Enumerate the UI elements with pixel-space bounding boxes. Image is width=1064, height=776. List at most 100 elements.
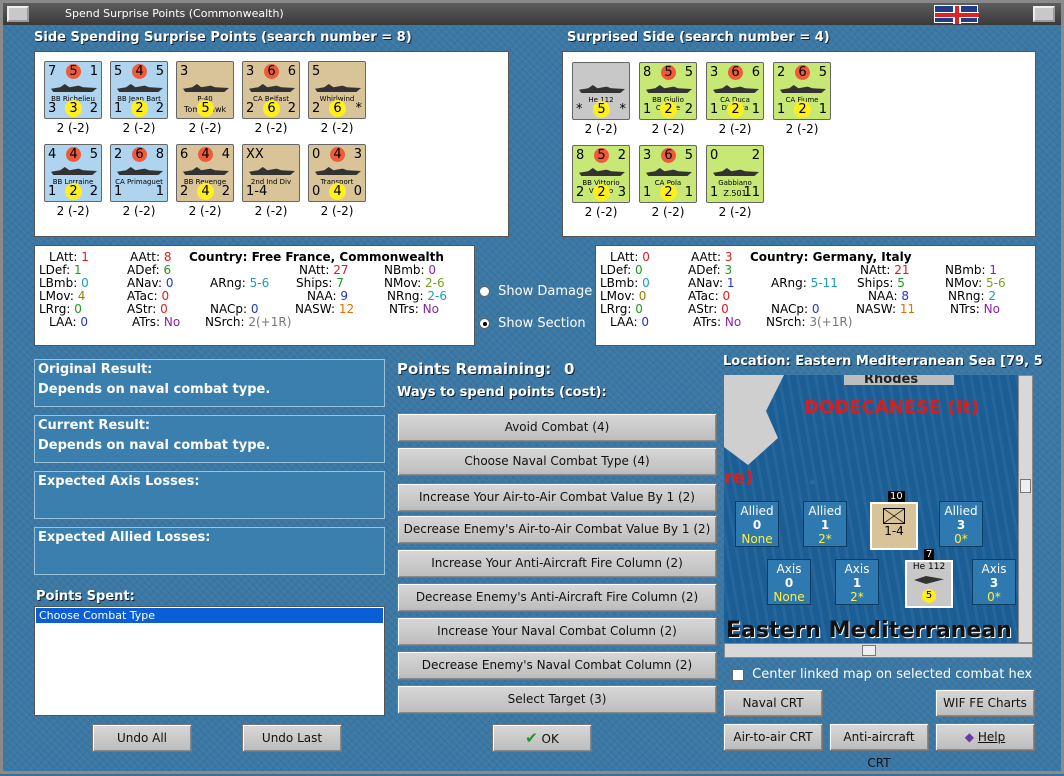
counter-defense-value: 4 [197,183,214,200]
counter-attack-value: 5 [661,65,676,80]
stat-nbmb: NBmb: 0 [384,263,436,277]
axis-hex-box-2[interactable]: Axis 3 0* [972,559,1016,605]
help-button[interactable]: ◆ Help [935,723,1035,751]
land-counter[interactable]: 1-4 [870,502,918,550]
undo-all-button[interactable]: Undo All [92,724,192,752]
ok-button[interactable]: ✔ OK [492,724,592,752]
air-to-air-crt-button[interactable]: Air-to-air CRT [723,723,823,751]
naval-crt-button[interactable]: Naval CRT [723,689,823,717]
unit-counter[interactable]: XX 2nd Ind Div 1-4 [242,144,300,202]
wif-fe-charts-button[interactable]: WIF FE Charts [935,689,1035,717]
points-spent-list[interactable]: Choose Combat Type [34,606,385,716]
stat-value: 1 [73,263,82,277]
stat-value: 3(+1R) [809,315,853,329]
unit-silhouette-icon [315,167,361,175]
spend-option-button[interactable]: Select Target (3) [397,685,717,714]
expected-axis-losses-label: Expected Axis Losses: [38,474,200,489]
stat-label: ANav: [127,276,163,290]
unit-counter[interactable]: 3 6 5 CA Pola 1 2 1 [639,145,697,203]
allied-sub: 2* [818,532,832,546]
counter-attack-value: 6 [795,65,810,80]
counter-top-left: 0 [312,147,321,162]
unit-counter[interactable]: 5 4 5 BB Jean Bart 1 2 2 [110,61,168,119]
counter-defense-value: 2 [727,101,744,118]
stat-label: NMov: [945,276,983,290]
stat-label: NAtt: [299,263,330,277]
unit-counter[interactable]: 2 6 8 CA Primaguet 1 1 [110,144,168,202]
unit-counter[interactable]: 852BB Vittorio Veneto223 [572,145,630,203]
axis-hex-box-1[interactable]: Axis 1 2* [835,559,879,605]
unit-counter[interactable]: He 112 * 5 * [572,62,630,120]
map-horizontal-scroll-thumb[interactable] [862,645,876,656]
unit-counter[interactable]: 2 6 5 CA Fiume 1 2 1 [773,62,831,120]
stat-lbmb: LBmb: 0 [39,276,89,290]
show-section-option[interactable]: Show Section [479,316,586,331]
unit-counter[interactable]: 4 4 5 BB Lorraine 1 2 2 [44,144,102,202]
unit-counter[interactable]: 0 2 Gabbiano Z.501 1 11 [706,145,764,203]
allied-hex-box-2[interactable]: Allied 3 0* [939,501,983,547]
axis-sub: 0* [987,590,1001,604]
counter-defense-value: 5 [593,101,610,118]
spend-option-button[interactable]: Decrease Enemy's Air-to-Air Combat Value… [397,515,717,544]
spend-option-button[interactable]: Choose Naval Combat Type (4) [397,447,717,476]
center-linked-map-label: Center linked map on selected combat hex [752,667,1033,682]
map-view[interactable]: Rhodes DODECANESE (It) re) Allied 0 None A… [724,375,1018,643]
counter-bottom-left: * [576,102,583,117]
counter-caption: 2 (-2) [320,121,354,135]
unit-counter[interactable]: 5 Whirlwind 2 6 * [308,61,366,119]
axis-sub: 2* [850,590,864,604]
counter-top-left: 3 [246,64,255,79]
spend-option-button[interactable]: Decrease Enemy's Naval Combat Column (2) [397,651,717,680]
allied-hex-box-1[interactable]: Allied 1 2* [803,501,847,547]
counter-caption: 2 (-2) [718,205,752,219]
stat-anav: ANav: 1 [688,276,735,290]
close-button[interactable] [1033,6,1055,22]
spend-option-button[interactable]: Avoid Combat (4) [397,413,717,442]
spend-option-button[interactable]: Increase Your Anti-Aircraft Fire Column … [397,549,717,578]
stat-label: Ships: [296,276,333,290]
unit-silhouette-icon [646,85,692,93]
air-counter[interactable]: He 112 5 [905,560,953,608]
axis-hex-box-0[interactable]: Axis 0 None [767,559,811,605]
stat-label: NAtt: [860,263,891,277]
show-damage-radio[interactable] [479,286,490,297]
stat-ldef: LDef: 0 [600,263,643,277]
system-menu-button[interactable] [7,6,29,22]
stat-value: 0 [641,315,650,329]
unit-counter[interactable]: 7 5 1 BB Richelieu 3 3 2 [44,61,102,119]
show-damage-option[interactable]: Show Damage [479,284,592,299]
spend-option-button[interactable]: Decrease Enemy's Anti-Aircraft Fire Colu… [397,583,717,612]
show-section-radio[interactable] [479,318,490,329]
counter-caption: 2 (-2) [584,122,618,136]
unit-counter[interactable]: 3 6 6 CA Belfast 2 6 2 [242,61,300,119]
stat-value: No [163,315,181,329]
anti-aircraft-crt-button[interactable]: Anti-aircraft CRT [829,723,929,770]
unit-silhouette-icon [183,167,229,175]
map-horizontal-scrollbar[interactable] [724,643,1033,658]
stat-value: 0 [642,250,650,264]
stat-value: 0 [74,302,82,316]
unit-counter[interactable]: 3P-40Tomahawk5 [176,61,234,119]
counter-bottom-right: 2 [684,102,693,117]
spend-option-button[interactable]: Increase Your Air-to-Air Combat Value By… [397,483,717,512]
plane-icon [914,576,944,584]
points-spent-item[interactable]: Choose Combat Type [36,608,383,623]
unit-counter[interactable]: 855BB Giulio Cesare122 [639,62,697,120]
stat-nrng: NRng: 2 [948,289,996,303]
map-vertical-scrollbar[interactable] [1018,375,1033,643]
unit-counter[interactable]: 6 4 4 BB Revenge 2 4 2 [176,144,234,202]
points-spent-label: Points Spent: [36,589,135,604]
center-linked-map-option[interactable]: Center linked map on selected combat hex [732,667,1032,682]
stat-laa: LAA: 0 [49,315,88,329]
map-vertical-scroll-thumb[interactable] [1020,479,1031,493]
current-result-label: Current Result: [38,418,151,433]
counter-top-left: 6 [180,147,189,162]
unit-counter[interactable]: 0 4 3 Transport 0 4 0 [308,144,366,202]
allied-hex-box-0[interactable]: Allied 0 None [735,501,779,547]
center-linked-map-checkbox[interactable] [732,668,744,681]
stat-value: 0 [638,289,647,303]
spend-option-button[interactable]: Increase Your Naval Combat Column (2) [397,617,717,646]
unit-counter[interactable]: 366CA Duca D'Aosta121 [706,62,764,120]
undo-last-button[interactable]: Undo Last [242,724,342,752]
stat-label: ARng: [210,276,246,290]
